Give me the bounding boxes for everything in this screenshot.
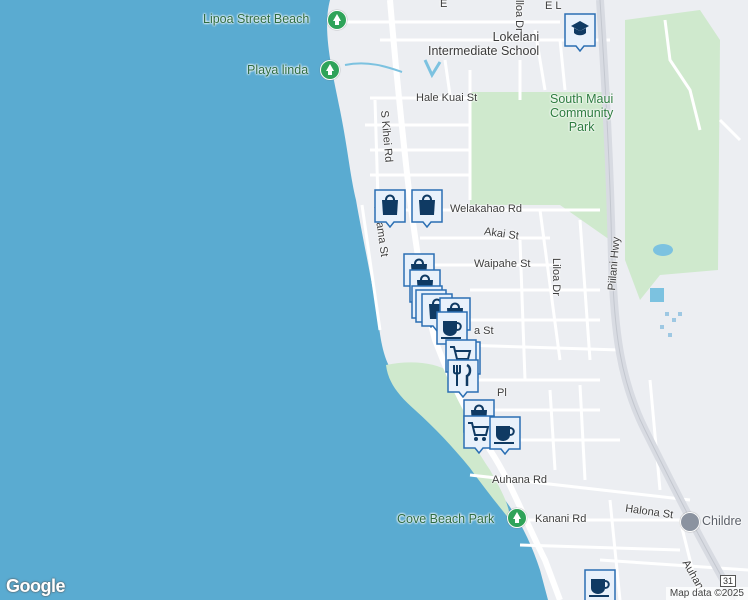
- marker-coffee-cup[interactable]: [583, 568, 617, 600]
- school-label-line1: Lokelani: [492, 30, 540, 44]
- school-label-line2: Intermediate School: [428, 44, 540, 58]
- road-label-pl: Pl: [497, 387, 507, 399]
- road-label-liloa-dr: Liloa Dr: [550, 258, 562, 296]
- map-data-attribution[interactable]: Map data ©2025: [665, 587, 748, 600]
- marker-shopping-bag[interactable]: [373, 188, 407, 228]
- shopping-bag-icon: [411, 189, 443, 228]
- road-label-welakahao-rd: Welakahao Rd: [450, 203, 522, 215]
- marker-shopping-bag[interactable]: [410, 188, 444, 228]
- road-label-e-l: E L: [545, 0, 562, 12]
- landmark-pin-icon[interactable]: [680, 512, 700, 532]
- coffee-cup-icon: [584, 569, 616, 600]
- road-label-hale-kuai-st: Hale Kuai St: [416, 92, 478, 104]
- map-view[interactable]: S Kihei Rd Piilani Hwy Hale Kuai St Wela…: [0, 0, 748, 600]
- poi-label-children[interactable]: Childre: [702, 514, 742, 528]
- route-shield: 31: [720, 575, 737, 587]
- road-label-a-st: a St: [474, 325, 494, 337]
- restaurant-icon: [447, 359, 479, 398]
- road-label-e: E: [440, 0, 448, 10]
- graduation-cap-icon: [564, 13, 596, 52]
- marker-graduation-cap[interactable]: [563, 12, 597, 52]
- east-green: [625, 10, 720, 300]
- park-pin-icon[interactable]: [507, 508, 527, 528]
- poi-label-playa-linda[interactable]: Playa linda: [247, 63, 308, 77]
- park-label-line1: South Maui: [550, 92, 614, 106]
- park-pin-icon[interactable]: [327, 10, 347, 30]
- poi-label-cove-beach-park[interactable]: Cove Beach Park: [397, 512, 494, 526]
- marker-restaurant[interactable]: [446, 358, 480, 398]
- park-label-line2: Community: [550, 106, 614, 120]
- park-pin-icon[interactable]: [320, 60, 340, 80]
- marker-coffee-cup[interactable]: [488, 415, 522, 455]
- road-label-liloa-dr-north: lloa Dr: [513, 0, 525, 32]
- poi-label-south-maui-park[interactable]: South Maui Community Park: [550, 92, 613, 134]
- coffee-cup-icon: [489, 416, 521, 455]
- road-label-auhana-rd: Auhana Rd: [492, 474, 548, 486]
- road-label-waipahe-st: Waipahe St: [474, 258, 531, 270]
- poi-label-lipoa-street-beach[interactable]: Lipoa Street Beach: [203, 12, 309, 26]
- shopping-bag-icon: [374, 189, 406, 228]
- poi-label-lokelani-school[interactable]: Lokelani Intermediate School: [428, 30, 540, 58]
- road-label-kanani-rd: Kanani Rd: [535, 513, 587, 525]
- google-logo: Google: [6, 576, 66, 596]
- park-label-line3: Park: [568, 120, 595, 134]
